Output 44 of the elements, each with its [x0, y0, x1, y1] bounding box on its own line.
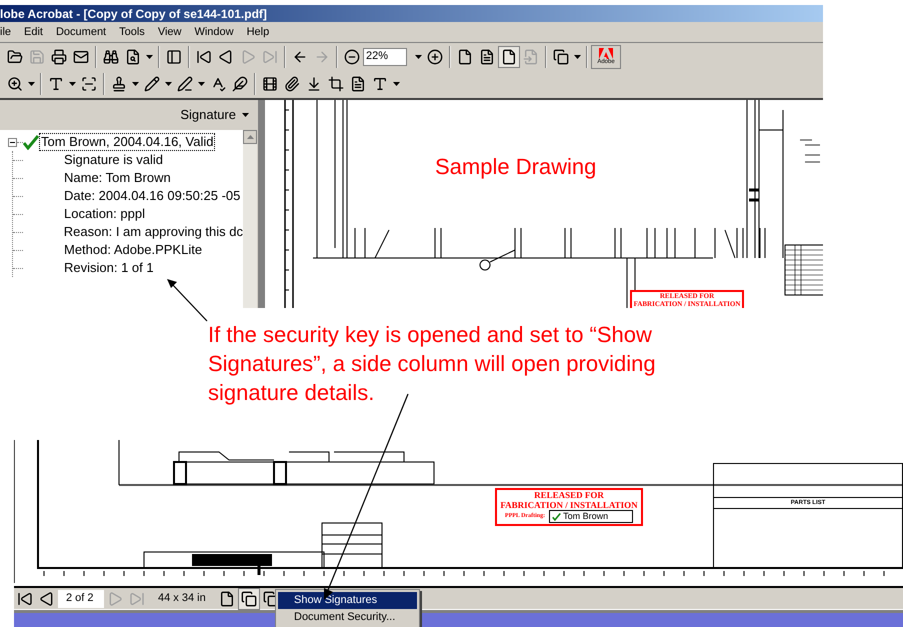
- checkmark-icon: [23, 134, 39, 150]
- caret-icon[interactable]: [393, 82, 400, 86]
- caret-icon[interactable]: [165, 82, 172, 86]
- checkmark-icon: [552, 512, 562, 520]
- signature-detail[interactable]: Method: Adobe.PPKLite: [64, 240, 202, 260]
- scrollbar[interactable]: [243, 130, 257, 308]
- signature-tree-item[interactable]: Tom Brown, 2004.04.16, Valid: [39, 133, 216, 151]
- menu-item[interactable]: Edit: [24, 24, 43, 40]
- signature-field[interactable]: Tom Brown: [549, 510, 634, 523]
- signature-detail[interactable]: Reason: I am approving this dc: [64, 222, 243, 242]
- splitter[interactable]: [257, 100, 265, 308]
- menu-item[interactable]: Window: [194, 24, 234, 40]
- caret-icon[interactable]: [28, 82, 35, 86]
- signature-detail[interactable]: Revision: 1 of 1: [64, 258, 154, 278]
- page-field[interactable]: 2 of 2: [58, 590, 104, 608]
- menu-item[interactable]: Help: [246, 24, 270, 40]
- menu-item[interactable]: View: [158, 24, 182, 40]
- zoom-field[interactable]: 22%: [363, 48, 407, 66]
- signature-detail[interactable]: Location: pppl: [64, 204, 145, 224]
- signature-menu-button[interactable]: Signature: [180, 105, 251, 125]
- page-size: 44 x 34 in: [158, 591, 206, 606]
- menu-item[interactable]: Tools: [119, 24, 145, 40]
- continuous-icon[interactable]: [238, 588, 260, 610]
- caret-icon[interactable]: [69, 82, 76, 86]
- signature-detail[interactable]: Signature is valid: [64, 150, 163, 170]
- caret-icon[interactable]: [132, 82, 139, 86]
- context-menu-item[interactable]: Show Signatures: [278, 592, 417, 609]
- signature-detail[interactable]: Date: 2004.04.16 09:50:25 -05: [64, 186, 240, 206]
- drawing-heading: Sample Drawing: [435, 153, 596, 181]
- pointer-arrow: [165, 277, 209, 323]
- caret-icon[interactable]: [415, 54, 422, 58]
- caret-icon[interactable]: [146, 54, 153, 58]
- menu-item[interactable]: Document: [56, 24, 106, 40]
- caret-icon[interactable]: [242, 113, 249, 117]
- scroll-up-icon[interactable]: [246, 135, 254, 139]
- window-title: lobe Acrobat - [Copy of Copy of se144-101.pdf]: [0, 6, 267, 22]
- context-menu-item[interactable]: Document Security...: [278, 609, 417, 626]
- fit-width-icon[interactable]: [498, 46, 520, 68]
- collapse-icon[interactable]: [8, 138, 17, 146]
- callout-text: If the security key is opened and set to “Show Signatures”, a side column will open providing signature details.: [208, 321, 657, 407]
- signature-detail[interactable]: Name: Tom Brown: [64, 168, 171, 188]
- caret-icon[interactable]: [198, 82, 205, 86]
- menu-item[interactable]: ile: [0, 24, 12, 40]
- caret-icon[interactable]: [574, 54, 581, 58]
